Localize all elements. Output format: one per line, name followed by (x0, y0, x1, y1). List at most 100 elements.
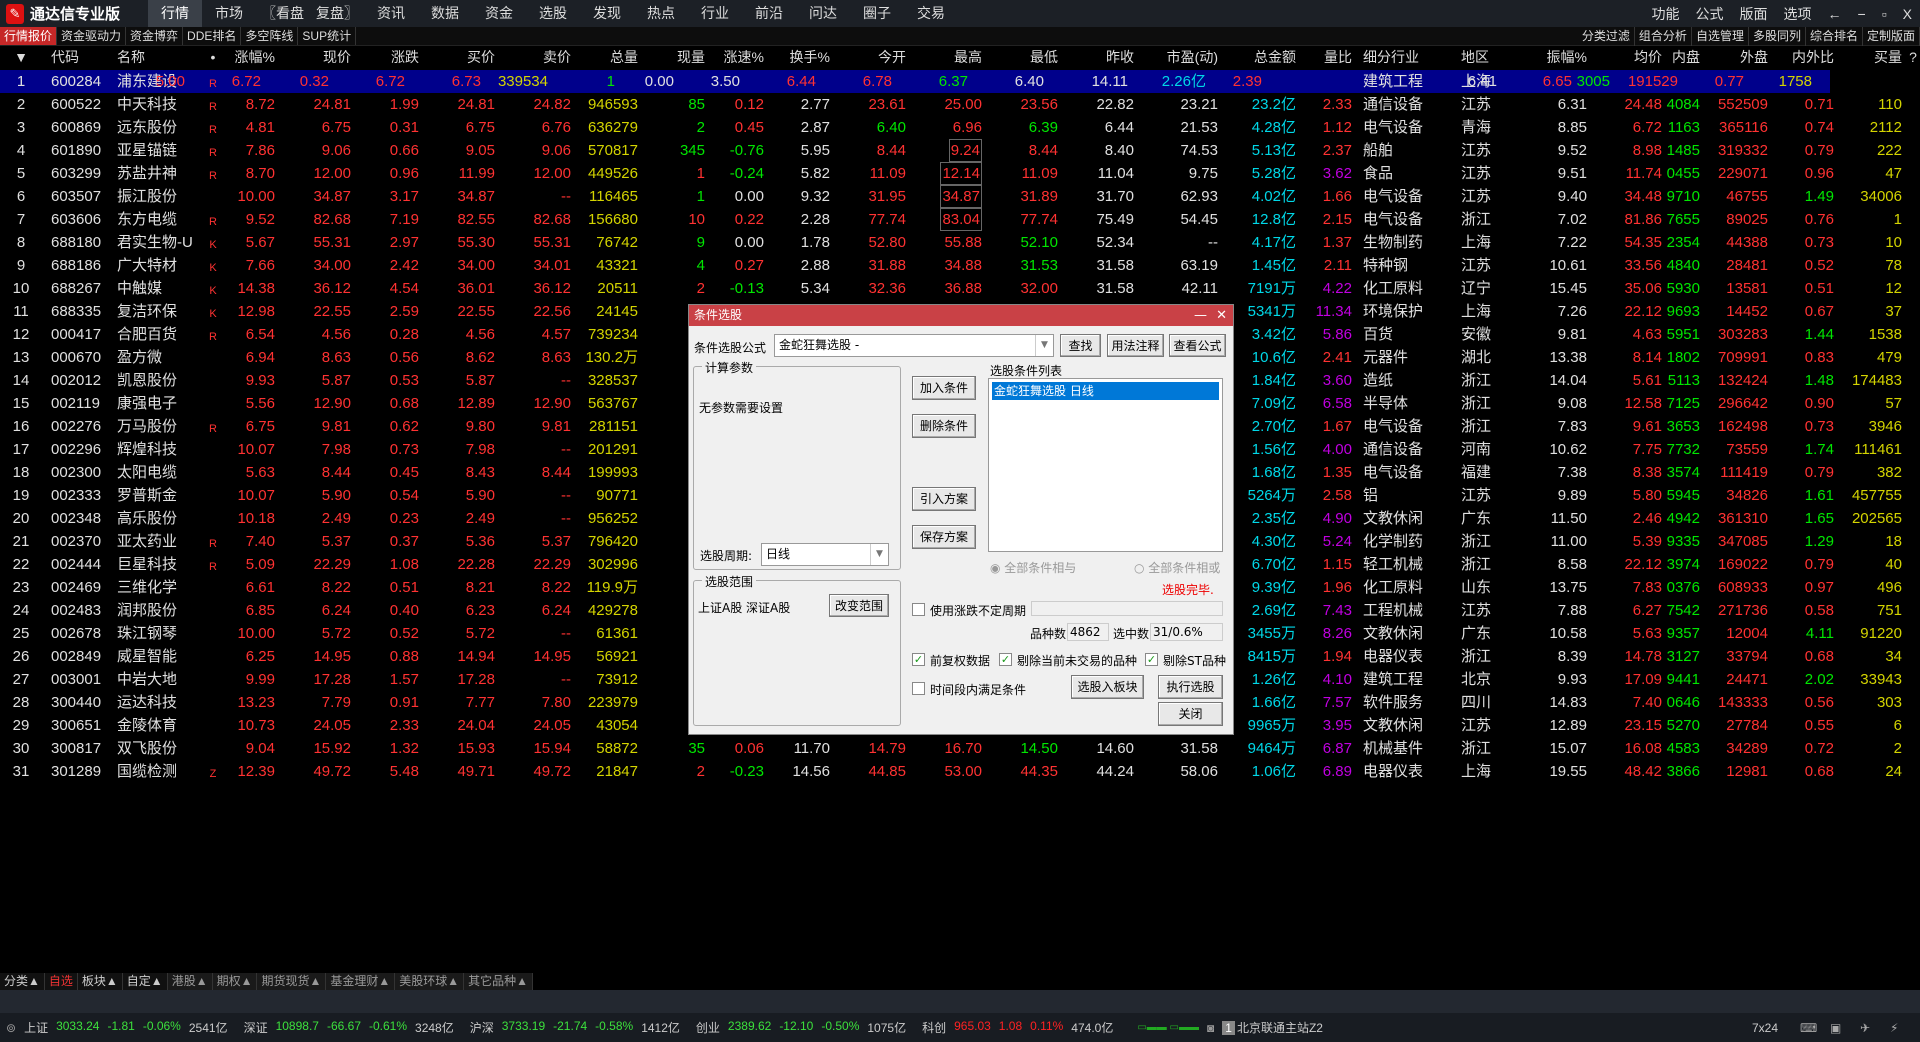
exclude-untraded-checkbox[interactable]: ✓ (999, 653, 1012, 666)
table-row[interactable]: 31 301289 国缆检测 Z 12.39 49.72 5.48 49.71 49.72 218… (0, 760, 1920, 783)
menu-6[interactable]: 资金 (472, 0, 526, 27)
table-row[interactable]: 4 601890 亚星锚链 R 7.86 9.06 0.66 9.05 9.06 570817 34… (0, 139, 1920, 162)
menu-0[interactable]: 行情 (148, 0, 202, 27)
bottom-tab-6[interactable]: 期货现货▲ (257, 973, 327, 990)
in-period-checkbox[interactable] (912, 682, 925, 695)
column-header[interactable]: 买量 (1874, 46, 1902, 68)
import-plan-button[interactable]: 引入方案 (912, 487, 976, 511)
subtab-right-0[interactable]: 分类过滤 (1578, 27, 1635, 46)
subtab-right-1[interactable]: 组合分析 (1635, 27, 1692, 46)
condition-list-item[interactable]: 金蛇狂舞选股 日线 (992, 382, 1219, 400)
formula-combo[interactable]: 金蛇狂舞选股 - ▼ (774, 334, 1054, 357)
column-header[interactable]: 总量 (610, 46, 638, 68)
add-condition-button[interactable]: 加入条件 (912, 376, 976, 400)
bottom-tab-5[interactable]: 期权▲ (212, 973, 258, 990)
bottom-tab-9[interactable]: 其它品种▲ (464, 973, 534, 990)
index-2[interactable]: 沪深 3733.19 -21.74 -0.58% 1412亿 (470, 1019, 688, 1036)
menu-4[interactable]: 资讯 (364, 0, 418, 27)
table-row[interactable]: 7 603606 东方电缆 R 9.52 82.68 7.19 82.55 82.68 15668… (0, 208, 1920, 231)
fq-checkbox[interactable]: ✓ (912, 653, 925, 666)
menu-right-0[interactable]: 功能 (1652, 4, 1680, 24)
column-header[interactable]: • (203, 46, 223, 68)
subtab-right-5[interactable]: 定制版面 (1863, 27, 1920, 46)
column-header[interactable]: 细分行业 (1363, 46, 1419, 68)
column-header[interactable]: 现量 (677, 46, 705, 68)
column-header[interactable]: 涨速% (724, 46, 764, 68)
subtab-2[interactable]: 资金博弈 (126, 27, 184, 45)
index-1[interactable]: 深证 10898.7 -66.67 -0.61% 3248亿 (244, 1019, 462, 1036)
table-row[interactable]: 3 600869 远东股份 R 4.81 6.75 0.31 6.75 6.76 636279 2 0… (0, 116, 1920, 139)
usage-notes-button[interactable]: 用法注释 (1107, 334, 1164, 357)
subtab-4[interactable]: 多空阵线 (241, 27, 299, 45)
column-header[interactable]: 总金额 (1254, 46, 1296, 68)
to-block-button[interactable]: 选股入板块 (1071, 675, 1144, 699)
column-header[interactable]: 名称 (117, 46, 145, 68)
menu-3[interactable]: 复盘〗 (310, 0, 364, 27)
close-icon[interactable]: X (1903, 6, 1912, 22)
menu-14[interactable]: 交易 (904, 0, 958, 27)
change-range-button[interactable]: 改变范围 (829, 594, 889, 617)
run-pick-button[interactable]: 执行选股 (1158, 675, 1223, 699)
column-header[interactable]: 最高 (954, 46, 982, 68)
bottom-tab-8[interactable]: 美股环球▲ (395, 973, 465, 990)
bottom-tab-2[interactable]: 板块▲ (77, 973, 123, 990)
column-header[interactable]: 均价 (1634, 46, 1662, 68)
menu-2[interactable]: 〖看盘 (256, 0, 310, 27)
index-0[interactable]: 上证 3033.24 -1.81 -0.06% 2541亿 (24, 1019, 236, 1036)
table-row[interactable]: 2 600522 中天科技 R 8.72 24.81 1.99 24.81 24.82 94659… (0, 93, 1920, 116)
menu-right-3[interactable]: 选项 (1784, 4, 1812, 24)
column-header[interactable]: 地区 (1461, 46, 1489, 68)
menu-right-1[interactable]: 公式 (1696, 4, 1724, 24)
column-header[interactable]: 外盘 (1740, 46, 1768, 68)
period-input[interactable] (1031, 601, 1223, 616)
menu-9[interactable]: 热点 (634, 0, 688, 27)
subtab-5[interactable]: SUP统计 (298, 27, 357, 45)
find-button[interactable]: 查找 (1060, 334, 1101, 357)
column-header[interactable]: 涨幅% (235, 46, 275, 68)
menu-10[interactable]: 行业 (688, 0, 742, 27)
column-header[interactable]: 昨收 (1106, 46, 1134, 68)
menu-7[interactable]: 选股 (526, 0, 580, 27)
subtab-right-3[interactable]: 多股同列 (1749, 27, 1806, 46)
radio-or[interactable]: ○ 全部条件相或 (1134, 559, 1220, 576)
close-button[interactable]: 关闭 (1158, 702, 1223, 726)
subtab-right-2[interactable]: 自选管理 (1692, 27, 1749, 46)
minimize-icon[interactable]: — (1194, 305, 1207, 326)
restore-icon[interactable]: ▫ (1882, 6, 1887, 22)
keyboard-icon[interactable]: ⌨ (1800, 1021, 1817, 1035)
table-row[interactable]: 5 603299 苏盐井神 R 8.70 12.00 0.96 11.99 12.00 44952… (0, 162, 1920, 185)
subtab-3[interactable]: DDE排名 (183, 27, 242, 45)
index-3[interactable]: 创业 2389.62 -12.10 -0.50% 1075亿 (696, 1019, 914, 1036)
dialog-titlebar[interactable]: 条件选股 — ✕ (689, 305, 1233, 326)
column-header[interactable]: 卖价 (543, 46, 571, 68)
column-header[interactable]: 买价 (467, 46, 495, 68)
view-formula-button[interactable]: 查看公式 (1169, 334, 1226, 357)
column-header[interactable]: 市盈(动) (1167, 46, 1218, 68)
table-row[interactable]: 6 603507 振江股份 10.00 34.87 3.17 34.87 -- 116465 1 0… (0, 185, 1920, 208)
exclude-st-checkbox[interactable]: ✓ (1145, 653, 1158, 666)
delete-condition-button[interactable]: 删除条件 (912, 414, 976, 438)
column-header[interactable]: 内外比 (1792, 46, 1834, 68)
table-row[interactable]: 8 688180 君实生物-U K 5.67 55.31 2.97 55.30 55.31 767… (0, 231, 1920, 254)
column-header[interactable]: 量比 (1324, 46, 1352, 68)
column-header[interactable]: 最低 (1030, 46, 1058, 68)
bottom-tab-4[interactable]: 港股▲ (167, 973, 213, 990)
menu-11[interactable]: 前沿 (742, 0, 796, 27)
use-period-checkbox[interactable] (912, 603, 925, 616)
column-header[interactable]: 振幅% (1547, 46, 1587, 68)
minimize-icon[interactable]: − (1858, 6, 1866, 22)
menu-1[interactable]: 市场 (202, 0, 256, 27)
condition-list[interactable]: 金蛇狂舞选股 日线 (988, 378, 1223, 552)
index-4[interactable]: 科创 965.03 1.08 0.11% 474.0亿 (922, 1019, 1121, 1036)
period-combo[interactable]: 日线 ▼ (761, 543, 889, 566)
table-row[interactable]: 1 600284 浦东建设 R 5.00 6.72 0.32 6.72 6.73 339534 1 0… (0, 70, 1830, 93)
table-row[interactable]: 9 688186 广大特材 K 7.66 34.00 2.42 34.00 34.01 43321… (0, 254, 1920, 277)
subtab-0[interactable]: 行情报价 (0, 27, 58, 45)
subtab-1[interactable]: 资金驱动力 (57, 27, 127, 45)
close-icon[interactable]: ✕ (1216, 305, 1227, 326)
subtab-right-4[interactable]: 综合排名 (1806, 27, 1863, 46)
bottom-tab-7[interactable]: 基金理财▲ (326, 973, 396, 990)
bottom-tab-3[interactable]: 自定▲ (122, 973, 168, 990)
column-header[interactable]: ? (1903, 46, 1920, 68)
save-plan-button[interactable]: 保存方案 (912, 525, 976, 549)
